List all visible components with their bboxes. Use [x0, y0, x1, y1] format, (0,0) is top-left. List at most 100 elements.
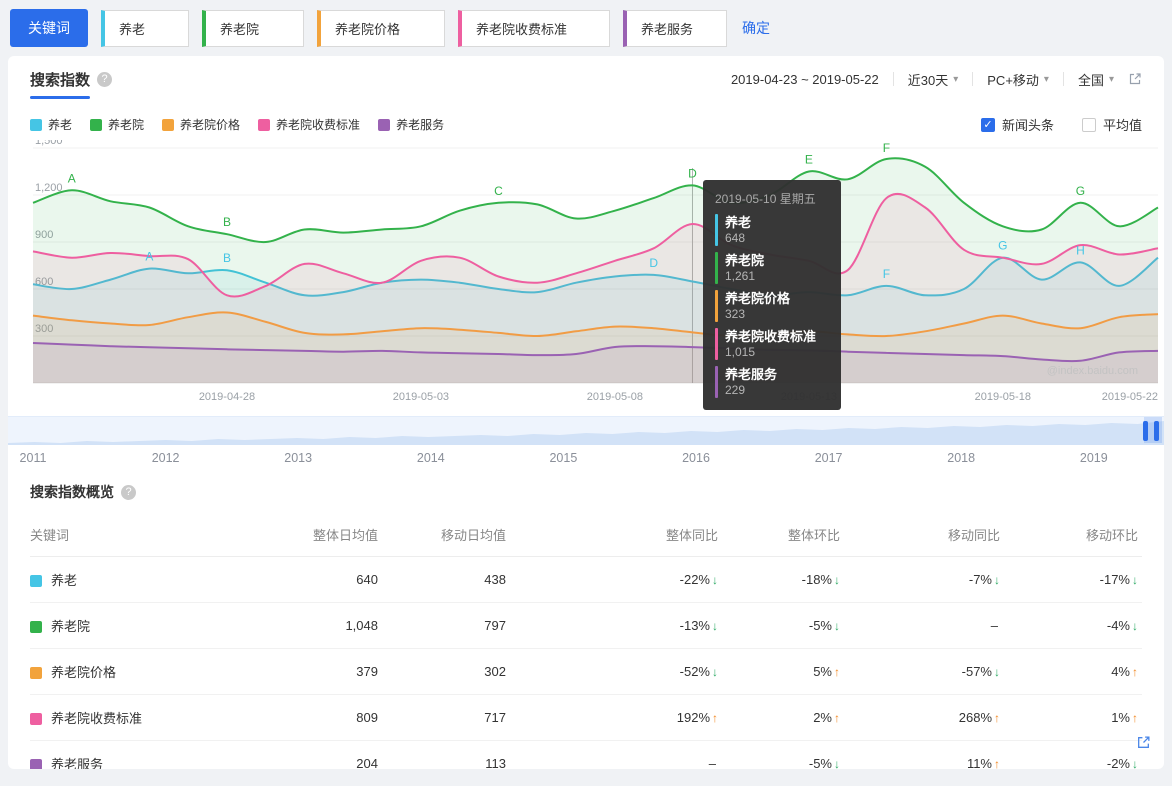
keyword-input-5[interactable]: 养老服务 — [623, 9, 727, 47]
tooltip-row: 养老 648 — [715, 214, 829, 246]
trend-arrow-icon: ↓ — [994, 665, 1000, 679]
trend-arrow-icon: ↑ — [994, 711, 1000, 725]
pct-value: 268% — [958, 710, 992, 725]
legend-item-yanglao-fuwu[interactable]: 养老服务 — [378, 116, 444, 133]
timeline-year: 2018 — [947, 451, 976, 465]
trend-arrow-icon: ↑ — [1132, 665, 1138, 679]
region-select[interactable]: 全国 ▾ — [1078, 70, 1114, 89]
pct-value: 11% — [966, 756, 992, 769]
checkbox-label: 平均值 — [1102, 118, 1142, 133]
range-select[interactable]: 近30天 ▾ — [908, 70, 959, 89]
trend-arrow-icon: ↑ — [1132, 711, 1138, 725]
keyword-text: 养老院价格 — [335, 21, 401, 37]
pct-value: 5% — [813, 664, 832, 679]
svg-text:F: F — [883, 141, 890, 155]
overall-avg-cell: 809 — [280, 694, 382, 741]
timeline-years: 2011 2012 2013 2014 2015 2016 2017 2018 2019 — [8, 448, 1164, 470]
keyword-text: 养老服务 — [641, 21, 694, 37]
mobile-avg-cell: 113 — [485, 756, 506, 769]
pct-value: – — [990, 618, 998, 633]
svg-text:F: F — [883, 267, 890, 281]
legend-swatch — [90, 118, 103, 131]
mobile-avg-cell: 302 — [382, 648, 510, 695]
trend-chart-svg[interactable]: 3006009001,2001,500AABBCDDEFFGGH2019-04-… — [8, 140, 1164, 412]
checkbox-label: 新闻头条 — [1001, 118, 1054, 133]
divider — [1062, 72, 1064, 86]
timeline-year: 2019 — [1079, 451, 1108, 465]
timeline-handle-right[interactable] — [1154, 421, 1159, 441]
pct-value: 2% — [813, 710, 832, 725]
col-mobile-yoy: 移动同比 — [844, 515, 1004, 557]
svg-text:2019-05-22: 2019-05-22 — [1102, 391, 1158, 403]
keyword-input-3[interactable]: 养老院价格 — [317, 9, 445, 47]
svg-text:A: A — [68, 171, 76, 185]
legend-swatch — [378, 118, 391, 131]
timeline-year: 2017 — [814, 451, 843, 465]
legend-item-yanglaoyuan[interactable]: 养老院 — [90, 116, 144, 133]
external-link-icon[interactable] — [1128, 72, 1142, 86]
legend-item-yanglao[interactable]: 养老 — [30, 116, 72, 133]
pct-value: -22% — [679, 572, 710, 587]
legend-label: 养老院收费标准 — [276, 118, 361, 132]
legend-swatch — [30, 118, 42, 131]
table-row: 养老院价格 379 302 -52% ↓ 5% ↑ -57% ↓ 4% ↑ — [30, 648, 1142, 695]
timeline-handle-left[interactable] — [1143, 421, 1148, 441]
trend-arrow-icon: ↑ — [834, 665, 840, 679]
mobile-avg-cell: 717 — [382, 694, 510, 741]
svg-text:2019-04-28: 2019-04-28 — [199, 391, 255, 403]
keyword-input-1[interactable]: 养老 — [101, 9, 189, 47]
timeline-year: 2014 — [416, 451, 445, 465]
table-row: 养老 640 438 -22% ↓ -18% ↓ -7% ↓ -17% ↓ — [30, 556, 1142, 603]
timeline-year: 2012 — [151, 451, 180, 465]
trend-arrow-icon: ↓ — [834, 757, 840, 769]
chart-controls: 2019-04-23 ~ 2019-05-22 近30天 ▾ PC+移动 ▾ 全… — [731, 70, 1142, 89]
timeline-scrubber[interactable] — [8, 416, 1164, 445]
svg-text:D: D — [688, 166, 697, 180]
trend-arrow-icon: ↓ — [712, 665, 718, 679]
keyword-cell: 养老院收费标准 — [51, 711, 143, 726]
keyword-input-2[interactable]: 养老院 — [202, 9, 304, 47]
keyword-swatch — [30, 575, 42, 587]
trend-arrow-icon: ↑ — [834, 711, 840, 725]
overall-avg-cell: 1,048 — [280, 602, 382, 649]
keyword-swatch — [30, 667, 42, 679]
svg-text:H: H — [1076, 243, 1085, 257]
trend-chart[interactable]: 300 600 900 1,200 1,500 A A B B C D D E F F G G H 2019-04-… — [8, 140, 1164, 412]
share-link-icon[interactable] — [1136, 735, 1151, 755]
mobile-avg-cell: 797 — [382, 602, 510, 649]
keyword-bar: 关键词 养老 养老院 养老院价格 养老院收费标准 养老服务 确定 — [0, 0, 1172, 47]
tooltip-row: 养老服务 229 — [715, 366, 829, 398]
chevron-down-icon: ▾ — [1108, 73, 1114, 85]
help-icon[interactable]: ? — [97, 71, 113, 87]
trend-arrow-icon: ↓ — [1132, 619, 1138, 633]
tooltip-series-value: 323 — [725, 307, 746, 321]
tab-search-index[interactable]: 搜索指数 — [30, 56, 91, 102]
tooltip-row: 养老院价格 323 — [715, 290, 829, 322]
pct-value: 1% — [1111, 710, 1130, 725]
tooltip-series-name: 养老院收费标准 — [725, 329, 817, 344]
news-headline-checkbox[interactable]: ✓ 新闻头条 — [980, 115, 1054, 134]
keyword-text: 养老院收费标准 — [476, 21, 568, 37]
average-checkbox[interactable]: 平均值 — [1081, 115, 1142, 134]
legend-item-yanglaoyuan-jiage[interactable]: 养老院价格 — [162, 116, 240, 133]
device-select[interactable]: PC+移动 ▾ — [987, 70, 1049, 89]
help-icon[interactable]: ? — [121, 484, 136, 500]
search-index-panel: 搜索指数 ? 2019-04-23 ~ 2019-05-22 近30天 ▾ PC… — [8, 56, 1164, 769]
tooltip-series-name: 养老服务 — [725, 367, 778, 382]
pct-value: -18% — [801, 572, 832, 587]
trend-arrow-icon: ↓ — [1132, 757, 1138, 769]
tooltip-series-bar — [715, 290, 718, 322]
confirm-button[interactable]: 确定 — [742, 18, 770, 38]
legend-row: 养老 养老院 养老院价格 养老院收费标准 养老服务 ✓ 新闻头条 平均值 — [8, 102, 1164, 138]
overall-avg-cell: 640 — [280, 556, 382, 603]
svg-text:1,500: 1,500 — [35, 140, 63, 147]
pct-value: -2% — [1106, 756, 1130, 769]
tooltip-row: 养老院 1,261 — [715, 252, 829, 284]
pct-value: -4% — [1106, 618, 1130, 633]
legend-item-shoufei-biaozhun[interactable]: 养老院收费标准 — [258, 116, 360, 133]
keyword-button[interactable]: 关键词 — [10, 9, 88, 47]
divider — [892, 72, 894, 86]
overview-section: 搜索指数概览 ? 关键词 整体日均值 移动日均值 整体同比 整体环比 移动同比 … — [8, 470, 1164, 769]
keyword-input-4[interactable]: 养老院收费标准 — [458, 9, 610, 47]
trend-arrow-icon: ↓ — [834, 573, 840, 587]
